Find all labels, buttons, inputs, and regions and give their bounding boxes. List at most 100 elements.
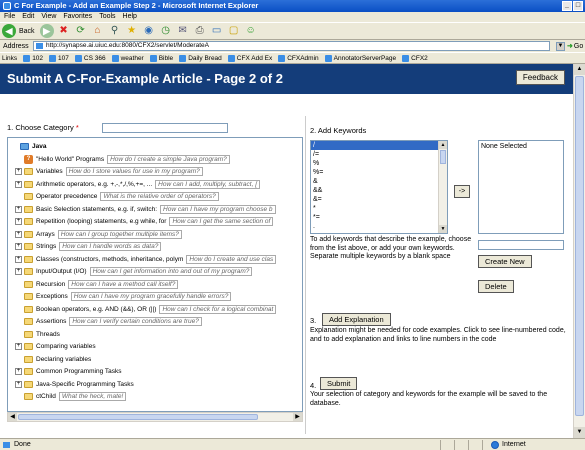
menu-tools[interactable]: Tools <box>99 12 115 22</box>
expand-toggle-icon[interactable]: + <box>15 343 22 350</box>
messenger-icon[interactable]: ☺ <box>244 24 258 38</box>
link-cfx2[interactable]: CFX2 <box>402 54 428 62</box>
link-cs366[interactable]: CS 366 <box>74 54 106 62</box>
tree-item[interactable]: ctChild What the heck, mate! <box>15 391 127 402</box>
scroll-up-icon[interactable]: ▲ <box>439 141 447 149</box>
go-button[interactable]: ➜ Go <box>567 42 585 51</box>
tree-item[interactable]: ? "Hello World" Programs How do I create a… <box>15 154 230 165</box>
tree-horizontal-scrollbar[interactable]: ◀ ▶ <box>7 412 303 422</box>
keyword-option[interactable]: / <box>311 141 447 150</box>
address-input[interactable]: http://synapse.ai.uiuc.edu:8080/CFX2/ser… <box>33 41 550 51</box>
back-label[interactable]: Back <box>19 28 35 35</box>
favorites-icon[interactable]: ★ <box>125 24 139 38</box>
category-input[interactable] <box>102 123 228 133</box>
tree-item[interactable]: + Strings How can I handle words as data? <box>15 241 162 252</box>
tree-item[interactable]: Assertions How can I verify certain condi… <box>15 316 202 327</box>
tree-item[interactable]: + Common Programming Tasks <box>15 366 122 377</box>
feedback-button[interactable]: Feedback <box>515 70 565 85</box>
tree-item[interactable]: + Classes (constructors, methods, inherit… <box>15 254 277 265</box>
stop-icon[interactable]: ✖ <box>57 24 71 38</box>
tree-item[interactable]: Recursion How can I have a method call it… <box>15 279 179 290</box>
tree-item[interactable]: Declaring variables <box>15 354 91 365</box>
expand-toggle-icon[interactable]: + <box>15 268 22 275</box>
menu-view[interactable]: View <box>41 12 56 22</box>
link-bible[interactable]: Bible <box>149 54 173 62</box>
tree-item[interactable]: + Java-Specific Programming Tasks <box>15 379 134 390</box>
scroll-up-icon[interactable]: ▲ <box>574 64 585 75</box>
add-keyword-arrow-button[interactable]: -> <box>454 185 470 198</box>
expand-toggle-icon[interactable]: + <box>15 205 22 213</box>
forward-icon[interactable]: ▶ <box>39 24 54 38</box>
scroll-left-icon[interactable]: ◀ <box>8 413 17 421</box>
scroll-down-icon[interactable]: ▼ <box>439 225 447 233</box>
menu-edit[interactable]: Edit <box>22 12 34 22</box>
selected-keywords-list[interactable]: None Selected <box>478 140 564 234</box>
tree-item[interactable]: + Arrays How can I group together multiple… <box>15 229 182 240</box>
expand-toggle-icon[interactable]: + <box>15 368 22 375</box>
tree-item[interactable]: Operator precedence What is the relative … <box>15 191 219 202</box>
expand-toggle-icon[interactable]: + <box>15 243 22 250</box>
menu-file[interactable]: File <box>4 12 15 22</box>
scroll-thumb[interactable] <box>18 414 258 420</box>
mail-icon[interactable]: ✉ <box>176 24 190 38</box>
keyword-option[interactable]: * <box>311 204 447 213</box>
keyword-list[interactable]: //=% %= & && &= * *=. ▲ ▼ <box>310 140 448 234</box>
expand-toggle-icon[interactable]: + <box>15 218 22 225</box>
scroll-thumb[interactable] <box>440 150 446 164</box>
scroll-down-icon[interactable]: ▼ <box>574 427 585 438</box>
home-icon[interactable]: ⌂ <box>91 24 105 38</box>
keyword-list-scrollbar[interactable]: ▲ ▼ <box>438 141 447 233</box>
category-tree[interactable]: Java ? "Hello World" Programs How do I crea… <box>7 137 303 412</box>
link-weather[interactable]: weather <box>111 54 144 62</box>
tree-item[interactable]: Boolean operators, e.g. AND (&&), OR (||… <box>15 304 277 315</box>
tree-item[interactable]: Exceptions How can I have my program grac… <box>15 291 232 302</box>
tree-item[interactable]: Threads <box>15 329 60 340</box>
expand-toggle-icon[interactable]: + <box>15 380 22 388</box>
submit-button[interactable]: Submit <box>320 377 358 390</box>
expand-toggle-icon[interactable]: + <box>15 255 22 263</box>
tree-item[interactable]: + Arithmetic operators, e.g. +,-,*,/,%,+=… <box>15 179 261 190</box>
minimize-button[interactable]: _ <box>562 1 572 11</box>
keyword-option[interactable]: % <box>311 159 447 168</box>
expand-toggle-icon[interactable]: + <box>15 230 22 238</box>
maximize-button[interactable]: □ <box>573 1 583 11</box>
keyword-option[interactable]: . <box>311 222 447 231</box>
create-new-button[interactable]: Create New <box>478 255 532 268</box>
link-cfxadmin[interactable]: CFXAdmin <box>278 54 319 62</box>
tree-item[interactable]: + Variables How do I store values for use … <box>15 166 203 177</box>
keyword-option[interactable]: && <box>311 186 447 195</box>
print-icon[interactable]: ⎙ <box>193 24 207 38</box>
link-cfx-add-ex[interactable]: CFX Add Ex <box>227 54 272 62</box>
menu-favorites[interactable]: Favorites <box>63 12 92 22</box>
keyword-option[interactable]: *= <box>311 213 447 222</box>
new-keyword-input[interactable] <box>478 240 564 250</box>
back-icon[interactable]: ◀ <box>2 24 16 38</box>
tree-item[interactable]: Java <box>11 141 46 152</box>
tree-item[interactable]: + Input/Output (I/O) How can I get informa… <box>15 266 253 277</box>
edit-icon[interactable]: ▭ <box>210 24 224 38</box>
keyword-option[interactable]: & <box>311 177 447 186</box>
link-annotator[interactable]: AnnotatorServerPage <box>324 54 396 62</box>
scroll-thumb[interactable] <box>575 76 584 416</box>
keyword-option[interactable]: &= <box>311 195 447 204</box>
keyword-option[interactable]: /= <box>311 150 447 159</box>
menu-help[interactable]: Help <box>123 12 137 22</box>
tree-item[interactable]: + Comparing variables <box>15 341 96 352</box>
link-102[interactable]: 102 <box>23 54 43 62</box>
expand-toggle-icon[interactable]: + <box>15 180 22 188</box>
tree-item[interactable]: + Repetition (looping) statements, e.g wh… <box>15 216 274 227</box>
link-107[interactable]: 107 <box>49 54 69 62</box>
discuss-icon[interactable]: ▢ <box>227 24 241 38</box>
tree-item[interactable]: + Basic Selection statements, e.g. if, sw… <box>15 204 276 215</box>
add-explanation-button[interactable]: Add Explanation <box>322 313 391 326</box>
media-icon[interactable]: ◉ <box>142 24 156 38</box>
page-vertical-scrollbar[interactable]: ▲ ▼ <box>573 64 585 438</box>
refresh-icon[interactable]: ⟳ <box>74 24 88 38</box>
expand-toggle-icon[interactable]: + <box>15 168 22 175</box>
scroll-right-icon[interactable]: ▶ <box>293 413 302 421</box>
link-daily-bread[interactable]: Daily Bread <box>179 54 222 62</box>
history-icon[interactable]: ◷ <box>159 24 173 38</box>
delete-button[interactable]: Delete <box>478 280 514 293</box>
address-dropdown-icon[interactable]: ▼ <box>556 41 565 51</box>
search-icon[interactable]: ⚲ <box>108 24 122 38</box>
